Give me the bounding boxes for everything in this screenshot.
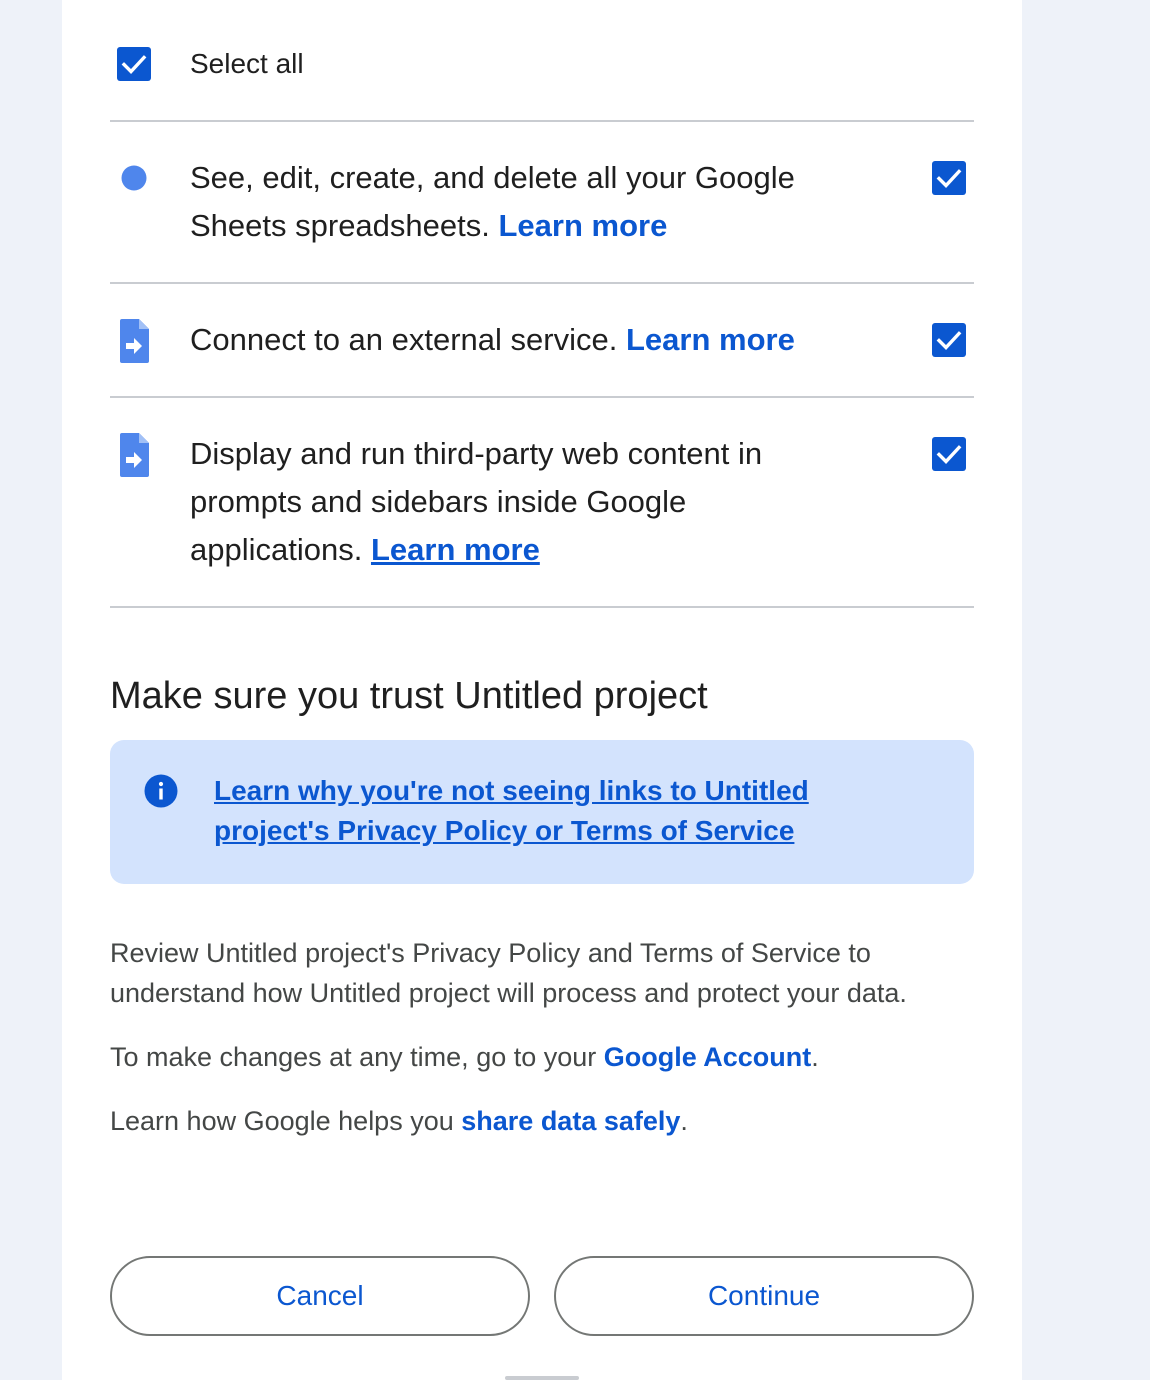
continue-button[interactable]: Continue [554, 1256, 974, 1336]
bottom-handle [505, 1376, 579, 1380]
select-all-label: Select all [190, 48, 304, 79]
scope-row-web-content: Display and run third-party web content … [110, 430, 974, 580]
apps-script-file-icon [117, 318, 151, 364]
scope-description: See, edit, create, and delete all your G… [190, 154, 850, 250]
trust-heading: Make sure you trust Untitled project [110, 675, 708, 717]
share-suffix: . [680, 1106, 688, 1136]
select-all-row[interactable]: Select all [110, 40, 974, 88]
share-data-safely-link[interactable]: share data safely [461, 1106, 680, 1136]
page: Select all See, edit, create, and delete… [0, 0, 1150, 1380]
checkmark-icon [936, 169, 962, 188]
sheets-dot-icon [117, 154, 151, 200]
changes-text: To make changes at any time, go to your … [110, 1037, 974, 1077]
info-banner: Learn why you're not seeing links to Unt… [110, 740, 974, 884]
scope-checkbox-external-service[interactable] [932, 323, 966, 357]
info-icon [144, 774, 178, 808]
apps-script-file-icon [117, 432, 151, 478]
scope-row-sheets: See, edit, create, and delete all your G… [110, 154, 974, 264]
divider [110, 282, 974, 284]
divider [110, 120, 974, 122]
learn-more-link[interactable]: Learn more [498, 208, 667, 243]
scope-description: Connect to an external service. Learn mo… [190, 316, 910, 364]
learn-more-link[interactable]: Learn more [371, 532, 540, 567]
review-text: Review Untitled project's Privacy Policy… [110, 938, 907, 1008]
scope-text: Connect to an external service. [190, 322, 618, 357]
cancel-button[interactable]: Cancel [110, 1256, 530, 1336]
share-prefix: Learn how Google helps you [110, 1106, 454, 1136]
scope-description: Display and run third-party web content … [190, 430, 830, 574]
scope-checkbox-web-content[interactable] [932, 437, 966, 471]
learn-more-link[interactable]: Learn more [626, 322, 795, 357]
checkmark-icon [936, 445, 962, 464]
share-text: Learn how Google helps you share data sa… [110, 1101, 974, 1141]
divider [110, 606, 974, 608]
google-account-link[interactable]: Google Account [604, 1042, 812, 1072]
scope-row-external-service: Connect to an external service. Learn mo… [110, 316, 974, 376]
scope-text: See, edit, create, and delete all your G… [190, 160, 795, 243]
checkmark-icon [936, 331, 962, 350]
select-all-checkbox[interactable] [117, 47, 151, 81]
changes-prefix: To make changes at any time, go to your [110, 1042, 597, 1072]
changes-suffix: . [811, 1042, 819, 1072]
privacy-info-link[interactable]: Learn why you're not seeing links to Unt… [214, 771, 894, 851]
checkmark-icon [121, 55, 147, 74]
scope-checkbox-sheets[interactable] [932, 161, 966, 195]
divider [110, 396, 974, 398]
